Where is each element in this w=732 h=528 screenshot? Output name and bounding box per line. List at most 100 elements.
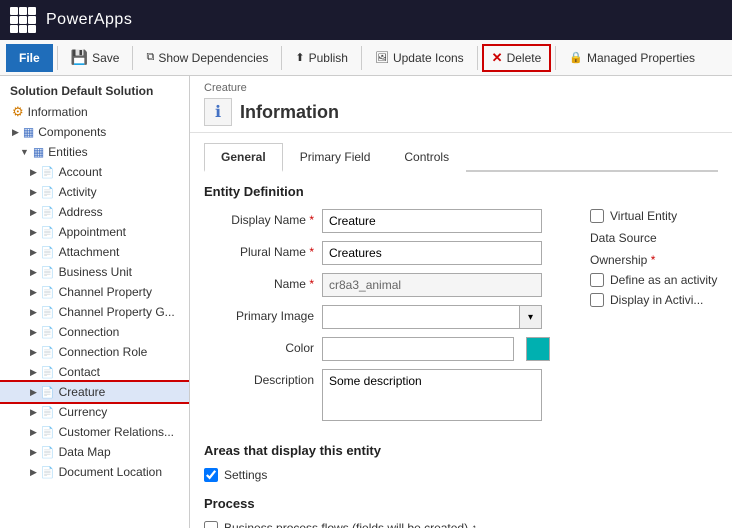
sidebar-item-appointment[interactable]: ▶ 📄 Appointment: [0, 222, 189, 242]
entity-icon: 📄: [41, 346, 55, 359]
sidebar-item-currency[interactable]: ▶ 📄 Currency: [0, 402, 189, 422]
tab-general[interactable]: General: [204, 143, 283, 172]
sidebar-item-data-map[interactable]: ▶ 📄 Data Map: [0, 442, 189, 462]
sidebar-item-address[interactable]: ▶ 📄 Address: [0, 202, 189, 222]
display-in-activity-checkbox[interactable]: [590, 293, 604, 307]
sidebar-item-contact[interactable]: ▶ 📄 Contact: [0, 362, 189, 382]
plural-name-label: Plural Name *: [204, 241, 314, 259]
section-title: Entity Definition: [204, 184, 718, 199]
sidebar: Solution Default Solution ⚙ Information …: [0, 76, 190, 528]
entity-icon: 📄: [41, 166, 55, 179]
components-icon: ▦: [23, 125, 34, 139]
tree-chevron-icon: ▶: [30, 467, 37, 478]
sidebar-item-channel-property-g[interactable]: ▶ 📄 Channel Property G...: [0, 302, 189, 322]
separator-2: [132, 46, 133, 70]
name-input[interactable]: [322, 273, 542, 297]
primary-image-input[interactable]: [322, 305, 520, 329]
sidebar-item-customer-relations[interactable]: ▶ 📄 Customer Relations...: [0, 422, 189, 442]
color-row: Color: [204, 337, 550, 361]
data-source-label: Data Source: [590, 231, 730, 245]
entity-icon: 📄: [41, 406, 55, 419]
form-left-col: Display Name * Plural Name *: [204, 209, 550, 429]
primary-image-label: Primary Image: [204, 305, 314, 323]
tree-chevron-icon: ▶: [30, 247, 37, 258]
display-name-input[interactable]: [322, 209, 542, 233]
file-button[interactable]: File: [6, 44, 53, 72]
tree-chevron-icon: ▶: [30, 407, 37, 418]
sidebar-item-information[interactable]: ⚙ Information: [0, 102, 189, 122]
update-icons-button[interactable]: 🖼 Update Icons: [366, 44, 473, 72]
sidebar-header: Solution Default Solution: [0, 76, 189, 102]
entity-icon: 📄: [41, 326, 55, 339]
name-row: Name *: [204, 273, 550, 297]
sidebar-item-entities[interactable]: ▼ ▦ Entities: [0, 142, 189, 162]
top-bar: PowerApps: [0, 0, 732, 40]
tab-primary-field[interactable]: Primary Field: [283, 143, 388, 172]
toolbar: File 💾 Save ⧉ Show Dependencies ⬆ Publis…: [0, 40, 732, 76]
tree-chevron-icon: ▶: [30, 447, 37, 458]
bpf-checkbox[interactable]: [204, 521, 218, 528]
entity-icon: 📄: [41, 426, 55, 439]
settings-row: Settings: [204, 468, 718, 482]
color-input[interactable]: [322, 337, 514, 361]
entities-icon: ▦: [33, 145, 44, 159]
tabs-bar: General Primary Field Controls: [204, 141, 718, 172]
chevron-down-icon: ▼: [20, 147, 29, 157]
virtual-entity-checkbox[interactable]: [590, 209, 604, 223]
sidebar-item-components[interactable]: ▶ ▦ Components: [0, 122, 189, 142]
managed-properties-button[interactable]: 🔒 Managed Properties: [560, 44, 704, 72]
sidebar-item-account[interactable]: ▶ 📄 Account: [0, 162, 189, 182]
app-name: PowerApps: [46, 11, 132, 29]
sidebar-item-creature[interactable]: ▶ 📄 Creature: [0, 382, 189, 402]
process-section-title: Process: [204, 496, 718, 511]
define-as-activity-checkbox[interactable]: [590, 273, 604, 287]
sidebar-item-attachment[interactable]: ▶ 📄 Attachment: [0, 242, 189, 262]
sidebar-item-business-unit[interactable]: ▶ 📄 Business Unit: [0, 262, 189, 282]
managed-icon: 🔒: [569, 51, 583, 64]
waffle-icon[interactable]: [10, 7, 36, 33]
entity-icon: 📄: [41, 466, 55, 479]
publish-button[interactable]: ⬆ Publish: [286, 44, 357, 72]
tree-chevron-icon: ▶: [30, 367, 37, 378]
primary-image-dropdown-btn[interactable]: ▾: [520, 305, 542, 329]
page-title-area: ℹ Information: [190, 96, 732, 133]
virtual-entity-row: Virtual Entity: [590, 209, 730, 223]
plural-name-input[interactable]: [322, 241, 542, 265]
tree-chevron-icon: ▶: [30, 167, 37, 178]
form-main-cols: Display Name * Plural Name *: [204, 209, 718, 429]
sidebar-item-activity[interactable]: ▶ 📄 Activity: [0, 182, 189, 202]
define-as-activity-label: Define as an activity: [610, 273, 717, 287]
display-in-activity-label: Display in Activi...: [610, 293, 703, 307]
description-label: Description: [204, 369, 314, 387]
required-star-2: *: [309, 245, 314, 259]
tree-chevron-icon: ▶: [30, 427, 37, 438]
entity-icon: 📄: [41, 186, 55, 199]
entity-icon: 📄: [41, 226, 55, 239]
entity-icon: 📄: [41, 366, 55, 379]
tab-controls[interactable]: Controls: [387, 143, 466, 172]
separator-6: [555, 46, 556, 70]
sidebar-item-channel-property[interactable]: ▶ 📄 Channel Property: [0, 282, 189, 302]
entity-icon: 📄: [41, 446, 55, 459]
delete-button[interactable]: ✕ Delete: [482, 44, 552, 72]
entity-icon: 📄: [41, 306, 55, 319]
display-in-activity-row: Display in Activi...: [590, 293, 730, 307]
sidebar-item-connection-role[interactable]: ▶ 📄 Connection Role: [0, 342, 189, 362]
page-title: Information: [240, 102, 339, 123]
description-input[interactable]: Some description: [322, 369, 542, 421]
entity-icon: 📄: [41, 246, 55, 259]
entity-icon: 📄: [41, 386, 55, 399]
sidebar-item-document-location[interactable]: ▶ 📄 Document Location: [0, 462, 189, 482]
show-dependencies-button[interactable]: ⧉ Show Dependencies: [137, 44, 277, 72]
ownership-label: Ownership *: [590, 253, 730, 267]
tree-chevron-icon: ▶: [30, 187, 37, 198]
name-label: Name *: [204, 273, 314, 291]
info-icon: ℹ: [215, 102, 221, 122]
virtual-entity-label: Virtual Entity: [610, 209, 677, 223]
form-right-col: Virtual Entity Data Source Ownership * D…: [570, 209, 730, 429]
sidebar-item-connection[interactable]: ▶ 📄 Connection: [0, 322, 189, 342]
display-name-label: Display Name *: [204, 209, 314, 227]
settings-checkbox[interactable]: [204, 468, 218, 482]
save-button[interactable]: 💾 Save: [62, 44, 129, 72]
save-icon: 💾: [71, 49, 88, 66]
